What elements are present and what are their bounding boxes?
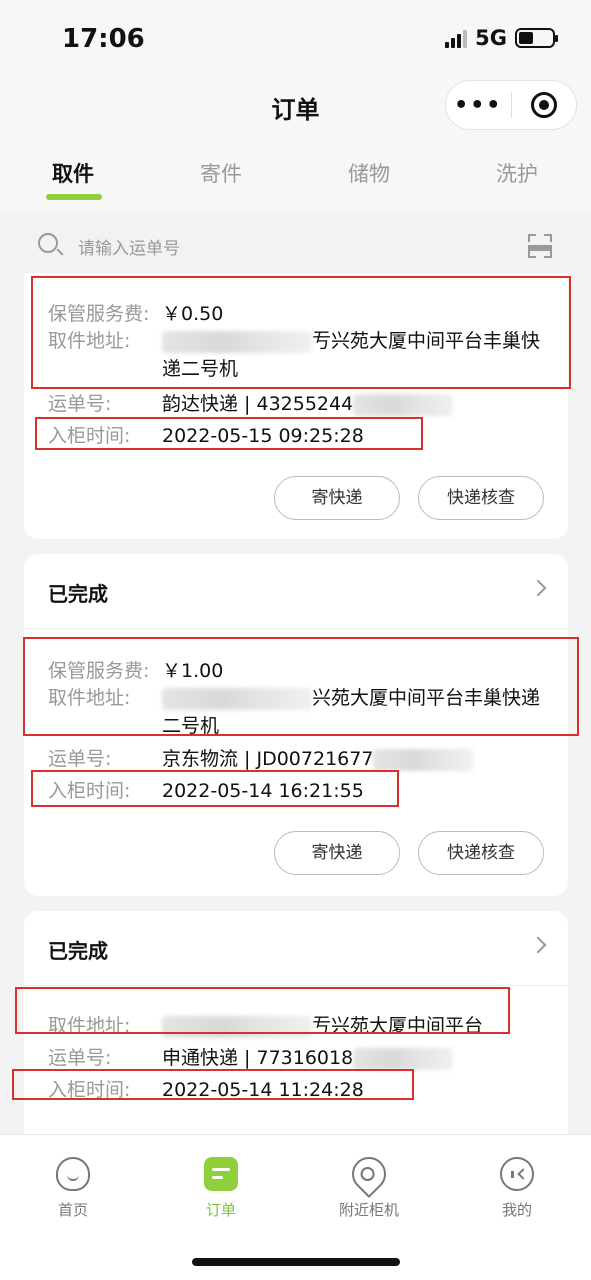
order-status: 已完成 — [48, 582, 108, 606]
search-icon — [38, 233, 58, 253]
redacted-text — [162, 330, 312, 353]
express-check-button[interactable]: 快递核查 — [418, 476, 544, 520]
status-indicators: 5G — [445, 26, 558, 50]
more-icon[interactable]: ••• — [446, 93, 511, 118]
tab-storage[interactable]: 储物 — [348, 158, 390, 188]
waybill-label: 运单号: — [48, 748, 112, 770]
fee-row: 保管服务费: ￥0.50 — [48, 299, 223, 326]
status-time: 17:06 — [62, 24, 145, 54]
status-bar: 17:06 5G — [0, 0, 591, 72]
fee-row: 保管服务费: ￥1.00 — [48, 656, 223, 683]
waybill-value: 韵达快递 | 43255244 — [162, 393, 354, 415]
signal-icon — [445, 28, 468, 48]
waybill-search-bar: 请输入运单号 — [24, 215, 568, 273]
location-pin-icon — [344, 1149, 394, 1199]
redacted-text — [353, 1047, 454, 1070]
home-face-icon — [56, 1157, 90, 1191]
network-type: 5G — [475, 26, 507, 50]
chevron-right-icon[interactable] — [529, 936, 547, 954]
profile-icon — [500, 1157, 534, 1191]
fee-label: 保管服务费: — [48, 660, 150, 682]
fee-value: ￥0.50 — [162, 303, 224, 325]
address-value: 亐兴苑大厦中间平台 — [312, 1015, 484, 1037]
fee-value: ￥1.00 — [162, 660, 224, 682]
address-label: 取件地址: — [48, 330, 131, 352]
address-row: 取件地址: 兴苑大厦中间平台丰巢快递二号机 — [48, 684, 548, 740]
waybill-value: 京东物流 | JD00721677 — [162, 748, 374, 770]
redacted-text — [162, 1015, 312, 1038]
fee-label: 保管服务费: — [48, 303, 150, 325]
scan-icon[interactable] — [528, 234, 552, 258]
waybill-label: 运单号: — [48, 393, 112, 415]
order-card[interactable]: 已完成 保管服务费: ￥1.00 取件地址: 兴苑大厦中间平台丰巢快递二号机 运单号… — [24, 554, 568, 896]
mini-program-capsule: ••• — [445, 80, 577, 130]
address-row: 取件地址: 亐兴苑大厦中间平台丰巢快递二号机 — [48, 327, 548, 383]
tabbar-orders-label: 订单 — [205, 1201, 236, 1219]
tabbar-home[interactable]: 首页 — [28, 1157, 118, 1220]
order-card: 保管服务费: ￥0.50 取件地址: 亐兴苑大厦中间平台丰巢快递二号机 运单号: 韵达… — [24, 273, 568, 539]
tab-laundry[interactable]: 洗护 — [496, 158, 538, 188]
waybill-row: 运单号: 韵达快递 | 43255244 — [48, 389, 454, 416]
redacted-text — [353, 393, 454, 416]
address-label: 取件地址: — [48, 1015, 131, 1037]
order-list-icon — [204, 1157, 238, 1191]
waybill-label: 运单号: — [48, 1047, 112, 1069]
address-row: 取件地址: 亐兴苑大厦中间平台 — [48, 1011, 483, 1038]
tabbar-profile[interactable]: 我的 — [472, 1157, 562, 1220]
time-value: 2022-05-15 09:25:28 — [162, 425, 364, 447]
close-mini-program-button[interactable] — [512, 92, 577, 118]
time-label: 入柜时间: — [48, 1079, 131, 1101]
tabbar-nearby-label: 附近柜机 — [338, 1201, 399, 1219]
nav-bar: 订单 ••• — [0, 72, 591, 140]
active-tab-indicator — [46, 194, 102, 200]
divider — [24, 628, 568, 629]
tab-pickup[interactable]: 取件 — [52, 158, 94, 188]
express-check-button[interactable]: 快递核查 — [418, 831, 544, 875]
time-value: 2022-05-14 16:21:55 — [162, 780, 364, 802]
tabbar-nearby-lockers[interactable]: 附近柜机 — [324, 1149, 414, 1220]
chevron-right-icon[interactable] — [529, 579, 547, 597]
time-label: 入柜时间: — [48, 780, 131, 802]
search-input[interactable]: 请输入运单号 — [78, 234, 180, 259]
waybill-row: 运单号: 京东物流 | JD00721677 — [48, 744, 474, 771]
target-icon — [530, 92, 557, 118]
time-row: 入柜时间: 2022-05-15 09:25:28 — [48, 421, 364, 448]
tab-send[interactable]: 寄件 — [200, 158, 242, 188]
order-card[interactable]: 已完成 取件地址: 亐兴苑大厦中间平台 运单号: 申通快递 | 77316018 入… — [24, 911, 568, 1151]
order-tabs: 取件 寄件 储物 洗护 — [0, 140, 591, 212]
send-express-button[interactable]: 寄快递 — [274, 476, 400, 520]
home-indicator — [192, 1258, 400, 1266]
redacted-text — [162, 687, 312, 710]
battery-icon — [515, 28, 558, 48]
time-label: 入柜时间: — [48, 425, 131, 447]
address-label: 取件地址: — [48, 687, 131, 709]
time-value: 2022-05-14 11:24:28 — [162, 1079, 364, 1101]
tabbar-profile-label: 我的 — [501, 1201, 532, 1219]
waybill-value: 申通快递 | 77316018 — [162, 1047, 354, 1069]
order-status: 已完成 — [48, 939, 108, 963]
time-row: 入柜时间: 2022-05-14 16:21:55 — [48, 776, 364, 803]
tabbar-home-label: 首页 — [57, 1201, 88, 1219]
send-express-button[interactable]: 寄快递 — [274, 831, 400, 875]
tabbar-orders[interactable]: 订单 — [176, 1157, 266, 1220]
divider — [24, 985, 568, 986]
redacted-text — [373, 748, 474, 771]
waybill-row: 运单号: 申通快递 | 77316018 — [48, 1043, 454, 1070]
time-row: 入柜时间: 2022-05-14 11:24:28 — [48, 1075, 364, 1102]
